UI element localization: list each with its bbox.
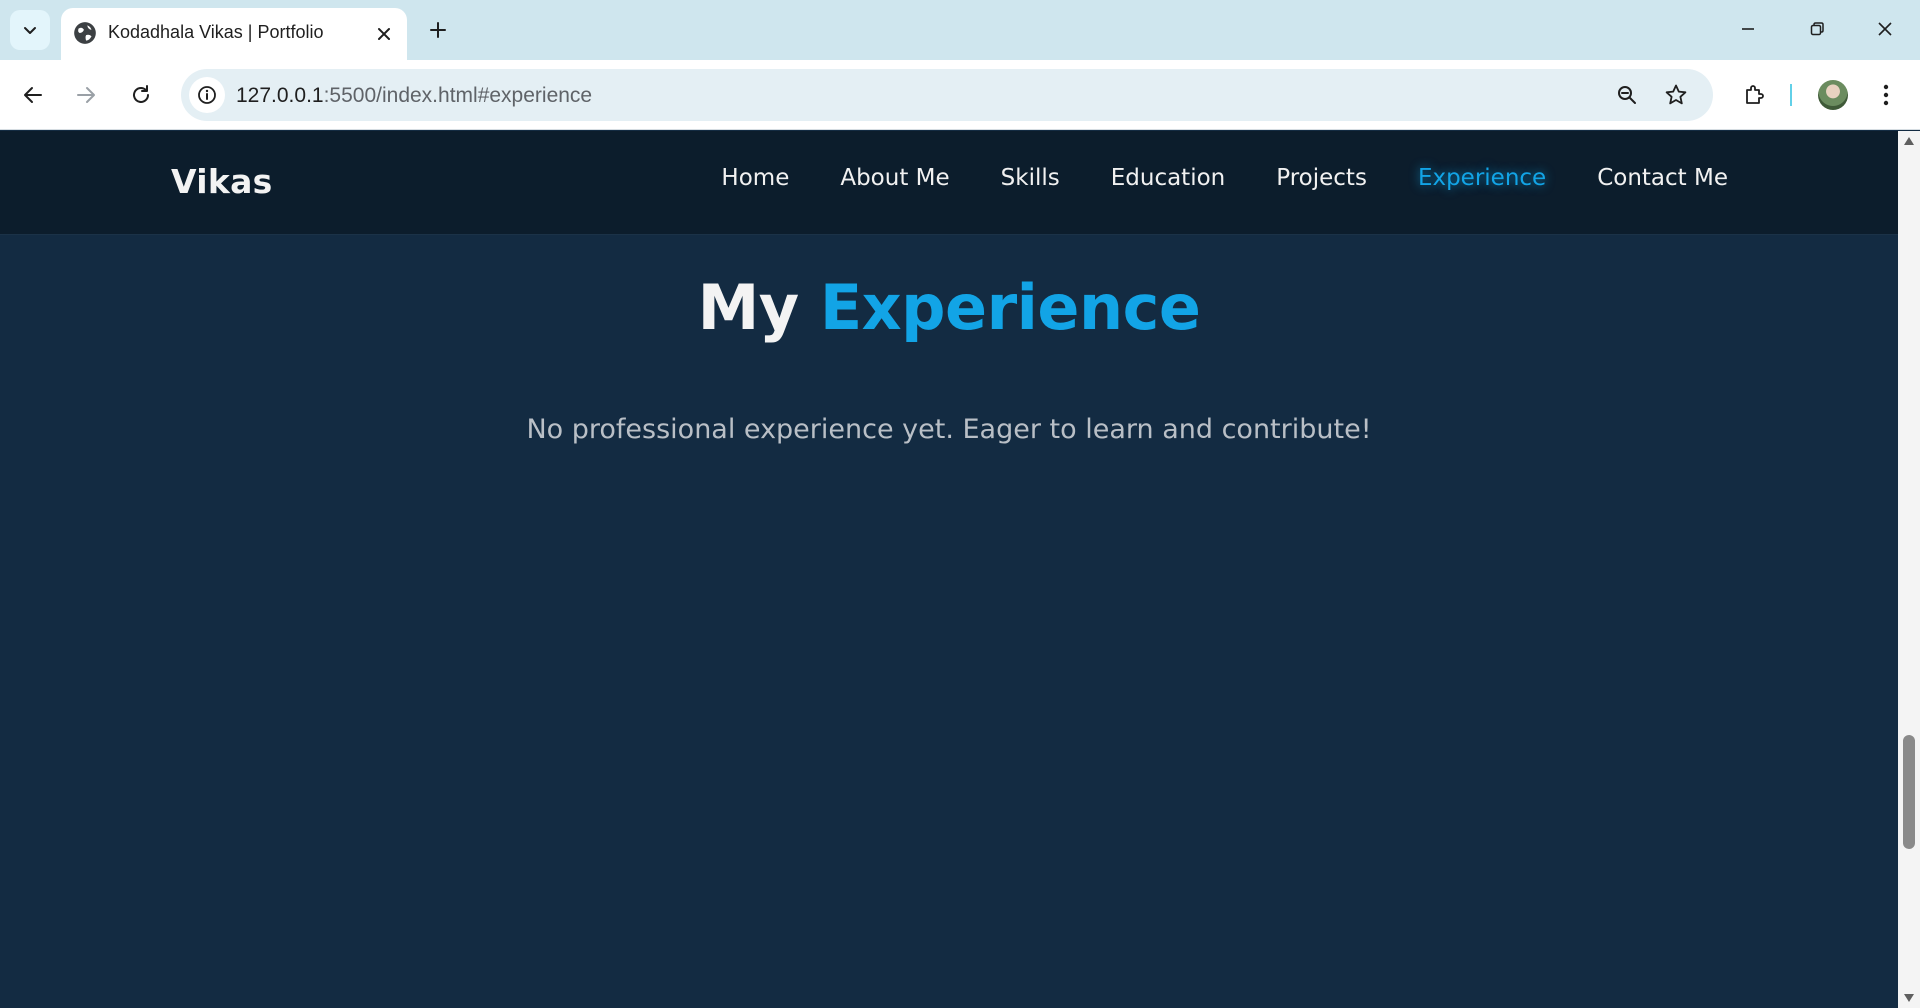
minimize-icon bbox=[1742, 28, 1754, 30]
star-icon bbox=[1665, 84, 1687, 105]
section-title: My Experience bbox=[0, 271, 1898, 344]
url-text: 127.0.0.1:5500/index.html#experience bbox=[236, 84, 592, 108]
forward-arrow-icon bbox=[77, 87, 95, 103]
globe-icon bbox=[74, 22, 96, 44]
reload-button[interactable] bbox=[123, 77, 159, 113]
back-arrow-icon bbox=[24, 87, 42, 103]
section-title-prefix: My bbox=[697, 271, 800, 344]
toolbar-divider bbox=[1790, 84, 1792, 106]
browser-tab[interactable]: Kodadhala Vikas | Portfolio bbox=[61, 8, 407, 60]
reload-icon bbox=[133, 85, 149, 103]
nav-link-projects[interactable]: Projects bbox=[1276, 165, 1367, 191]
plus-icon bbox=[430, 22, 446, 38]
tab-strip: Kodadhala Vikas | Portfolio bbox=[0, 0, 1920, 60]
info-icon bbox=[198, 86, 216, 104]
address-bar[interactable]: 127.0.0.1:5500/index.html#experience bbox=[181, 69, 1713, 121]
scrollbar[interactable] bbox=[1898, 131, 1920, 1008]
site-logo[interactable]: Vikas bbox=[171, 162, 273, 201]
browser-toolbar: 127.0.0.1:5500/index.html#experience bbox=[0, 60, 1920, 130]
url-path: :5500/index.html#experience bbox=[323, 84, 593, 107]
zoom-icon bbox=[1618, 86, 1636, 104]
minimize-button[interactable] bbox=[1733, 14, 1763, 44]
experience-message: No professional experience yet. Eager to… bbox=[526, 414, 1372, 445]
close-window-button[interactable] bbox=[1870, 14, 1900, 44]
tab-list-button[interactable] bbox=[10, 10, 50, 50]
new-tab-button[interactable] bbox=[425, 14, 451, 46]
triangle-down-icon bbox=[1904, 994, 1914, 1002]
forward-button[interactable] bbox=[68, 77, 104, 113]
site-info-button[interactable] bbox=[189, 77, 225, 113]
restore-button[interactable] bbox=[1802, 14, 1832, 44]
tab-close-button[interactable] bbox=[371, 21, 397, 47]
chrome-menu-button[interactable] bbox=[1868, 77, 1904, 113]
restore-icon bbox=[1810, 22, 1824, 36]
close-icon bbox=[1878, 22, 1892, 36]
back-button[interactable] bbox=[15, 77, 51, 113]
nav-link-about[interactable]: About Me bbox=[840, 165, 949, 191]
avatar[interactable] bbox=[1818, 80, 1848, 110]
triangle-up-icon bbox=[1904, 137, 1914, 145]
extensions-button[interactable] bbox=[1736, 77, 1772, 113]
section-title-accent: Experience bbox=[819, 271, 1201, 344]
nav-link-contact[interactable]: Contact Me bbox=[1597, 165, 1728, 191]
page-viewport: Vikas Home About Me Skills Education Pro… bbox=[0, 131, 1898, 1008]
scroll-up-arrow[interactable] bbox=[1903, 135, 1915, 147]
nav-link-home[interactable]: Home bbox=[721, 165, 789, 191]
nav-link-experience[interactable]: Experience bbox=[1418, 165, 1546, 191]
zoom-button[interactable] bbox=[1611, 79, 1643, 111]
url-host: 127.0.0.1 bbox=[236, 84, 324, 107]
chevron-down-icon bbox=[24, 27, 36, 34]
site-navbar: Vikas Home About Me Skills Education Pro… bbox=[0, 131, 1898, 235]
nav-menu: Home About Me Skills Education Projects … bbox=[721, 165, 1728, 191]
puzzle-icon bbox=[1746, 85, 1764, 104]
scroll-down-arrow[interactable] bbox=[1903, 992, 1915, 1004]
nav-link-skills[interactable]: Skills bbox=[1001, 165, 1060, 191]
tab-title: Kodadhala Vikas | Portfolio bbox=[108, 22, 324, 42]
scroll-thumb[interactable] bbox=[1903, 735, 1915, 849]
nav-link-education[interactable]: Education bbox=[1111, 165, 1226, 191]
bookmark-button[interactable] bbox=[1660, 79, 1692, 111]
close-icon bbox=[378, 28, 390, 40]
kebab-menu-icon bbox=[1883, 84, 1889, 106]
